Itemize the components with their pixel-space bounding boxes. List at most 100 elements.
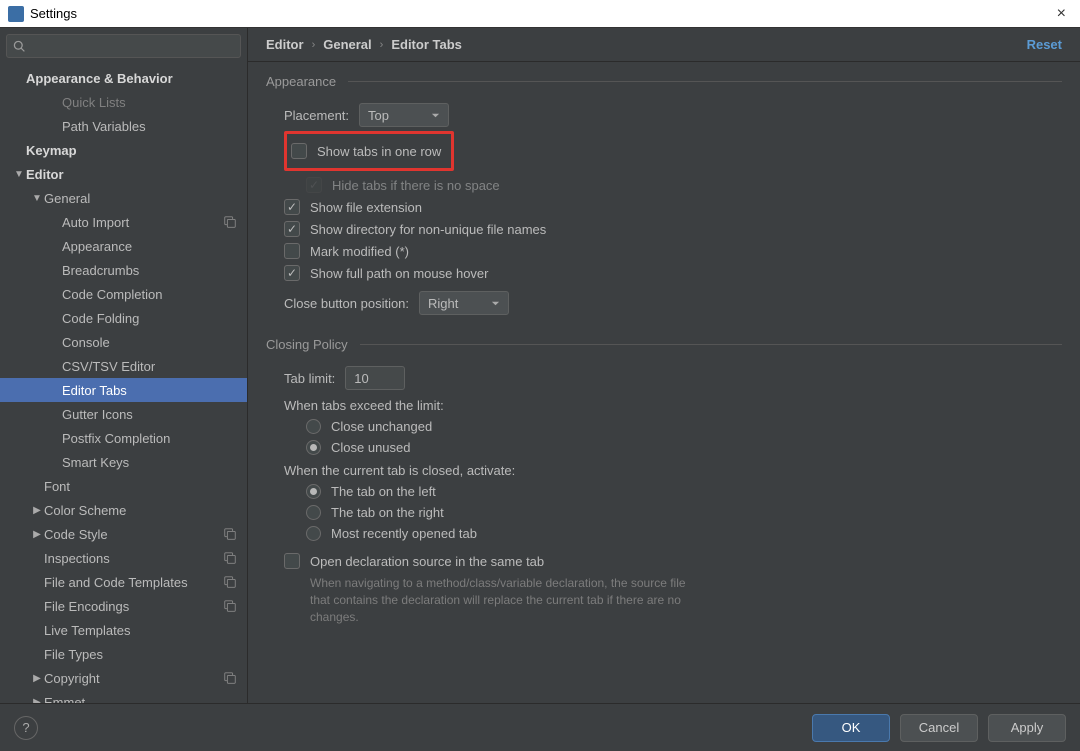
section-title-closing: Closing Policy bbox=[248, 335, 1080, 354]
breadcrumb-item[interactable]: General bbox=[323, 37, 371, 52]
sidebar-item-label: Code Completion bbox=[62, 287, 237, 302]
tree-arrow-icon: ▶ bbox=[30, 505, 44, 516]
sidebar-item[interactable]: Font bbox=[0, 474, 247, 498]
window-title: Settings bbox=[30, 6, 77, 21]
sidebar-item-label: File Encodings bbox=[44, 599, 223, 614]
window-close-button[interactable]: × bbox=[1051, 5, 1072, 23]
show-tabs-one-row-label: Show tabs in one row bbox=[317, 144, 441, 159]
sidebar-item-label: Emmet bbox=[44, 695, 237, 704]
activate-radio[interactable] bbox=[306, 526, 321, 541]
tree-arrow-icon: ▼ bbox=[30, 193, 44, 204]
placement-select[interactable]: Top bbox=[359, 103, 449, 127]
sidebar-item-label: Editor Tabs bbox=[62, 383, 237, 398]
tab-limit-label: Tab limit: bbox=[284, 371, 335, 386]
tree-arrow-icon: ▶ bbox=[30, 529, 44, 540]
sidebar-item[interactable]: Auto Import bbox=[0, 210, 247, 234]
settings-sidebar: Appearance & Behavior Quick Lists Path Var… bbox=[0, 28, 248, 703]
sidebar-item[interactable]: ▶Code Style bbox=[0, 522, 247, 546]
exceed-radio-label: Close unchanged bbox=[331, 419, 432, 434]
mark-modified-checkbox[interactable] bbox=[284, 243, 300, 259]
tree-arrow-icon: ▶ bbox=[30, 673, 44, 684]
sidebar-item[interactable]: CSV/TSV Editor bbox=[0, 354, 247, 378]
sidebar-item[interactable]: Quick Lists bbox=[0, 90, 247, 114]
sidebar-item[interactable]: Smart Keys bbox=[0, 450, 247, 474]
hide-if-no-space-checkbox[interactable] bbox=[306, 177, 322, 193]
sidebar-item-label: CSV/TSV Editor bbox=[62, 359, 237, 374]
show-file-extension-label: Show file extension bbox=[310, 200, 422, 215]
sidebar-item-label: Auto Import bbox=[62, 215, 223, 230]
activate-radio-label: The tab on the right bbox=[331, 505, 444, 520]
activate-group-label: When the current tab is closed, activate… bbox=[284, 463, 1062, 478]
sidebar-item[interactable]: ▼Editor bbox=[0, 162, 247, 186]
sidebar-item-label: Console bbox=[62, 335, 237, 350]
sidebar-item-label: Appearance bbox=[62, 239, 237, 254]
activate-radio-label: Most recently opened tab bbox=[331, 526, 477, 541]
sidebar-item[interactable]: Live Templates bbox=[0, 618, 247, 642]
show-directory-label: Show directory for non-unique file names bbox=[310, 222, 546, 237]
sidebar-item[interactable]: File and Code Templates bbox=[0, 570, 247, 594]
sidebar-item-label: Appearance & Behavior bbox=[26, 71, 237, 86]
close-button-position-select[interactable]: Right bbox=[419, 291, 509, 315]
breadcrumb-item[interactable]: Editor Tabs bbox=[391, 37, 462, 52]
sidebar-item[interactable]: Appearance & Behavior bbox=[0, 66, 247, 90]
sidebar-item[interactable]: File Types bbox=[0, 642, 247, 666]
sidebar-item[interactable]: Console bbox=[0, 330, 247, 354]
sidebar-item[interactable]: Path Variables bbox=[0, 114, 247, 138]
chevron-down-icon bbox=[431, 108, 440, 123]
sidebar-item-label: Quick Lists bbox=[62, 95, 237, 110]
sidebar-item[interactable]: File Encodings bbox=[0, 594, 247, 618]
sidebar-item[interactable]: ▼General bbox=[0, 186, 247, 210]
settings-tree[interactable]: Appearance & Behavior Quick Lists Path Var… bbox=[0, 64, 247, 703]
dialog-button-bar: ? OK Cancel Apply bbox=[0, 703, 1080, 751]
ok-button[interactable]: OK bbox=[812, 714, 890, 742]
sidebar-item[interactable]: ▶Copyright bbox=[0, 666, 247, 690]
tree-arrow-icon: ▶ bbox=[30, 697, 44, 704]
tab-limit-input[interactable]: 10 bbox=[345, 366, 405, 390]
help-button[interactable]: ? bbox=[14, 716, 38, 740]
breadcrumb: Editor › General › Editor Tabs bbox=[266, 37, 462, 52]
sidebar-item-label: Smart Keys bbox=[62, 455, 237, 470]
show-full-path-checkbox[interactable] bbox=[284, 265, 300, 281]
open-declaration-checkbox[interactable] bbox=[284, 553, 300, 569]
sidebar-item[interactable]: Editor Tabs bbox=[0, 378, 247, 402]
reset-button[interactable]: Reset bbox=[1027, 37, 1062, 52]
cancel-button[interactable]: Cancel bbox=[900, 714, 978, 742]
search-input[interactable] bbox=[6, 34, 241, 58]
exceed-radio[interactable] bbox=[306, 440, 321, 455]
exceed-radio[interactable] bbox=[306, 419, 321, 434]
activate-radio[interactable] bbox=[306, 505, 321, 520]
sidebar-item[interactable]: Breadcrumbs bbox=[0, 258, 247, 282]
window-titlebar: Settings × bbox=[0, 0, 1080, 28]
activate-radio[interactable] bbox=[306, 484, 321, 499]
sidebar-item-label: Live Templates bbox=[44, 623, 237, 638]
open-declaration-hint: When navigating to a method/class/variab… bbox=[284, 575, 704, 625]
activate-radio-label: The tab on the left bbox=[331, 484, 436, 499]
sidebar-item[interactable]: Keymap bbox=[0, 138, 247, 162]
exceed-radio-label: Close unused bbox=[331, 440, 411, 455]
mark-modified-label: Mark modified (*) bbox=[310, 244, 409, 259]
sidebar-item[interactable]: Postfix Completion bbox=[0, 426, 247, 450]
hide-if-no-space-label: Hide tabs if there is no space bbox=[332, 178, 500, 193]
apply-button[interactable]: Apply bbox=[988, 714, 1066, 742]
sidebar-item-label: Inspections bbox=[44, 551, 223, 566]
sidebar-item[interactable]: ▶Emmet bbox=[0, 690, 247, 703]
sidebar-item[interactable]: Code Completion bbox=[0, 282, 247, 306]
show-full-path-label: Show full path on mouse hover bbox=[310, 266, 489, 281]
sidebar-item[interactable]: Inspections bbox=[0, 546, 247, 570]
sidebar-item[interactable]: Gutter Icons bbox=[0, 402, 247, 426]
breadcrumb-item[interactable]: Editor bbox=[266, 37, 304, 52]
sidebar-item-label: Color Scheme bbox=[44, 503, 237, 518]
sidebar-item-label: Keymap bbox=[26, 143, 237, 158]
sidebar-item[interactable]: Code Folding bbox=[0, 306, 247, 330]
show-directory-checkbox[interactable] bbox=[284, 221, 300, 237]
show-file-extension-checkbox[interactable] bbox=[284, 199, 300, 215]
sidebar-item[interactable]: ▶Color Scheme bbox=[0, 498, 247, 522]
app-icon bbox=[8, 6, 24, 22]
sidebar-item-label: Font bbox=[44, 479, 237, 494]
open-declaration-label: Open declaration source in the same tab bbox=[310, 554, 544, 569]
sidebar-item[interactable]: Appearance bbox=[0, 234, 247, 258]
chevron-down-icon bbox=[491, 296, 500, 311]
section-title-appearance: Appearance bbox=[248, 72, 1080, 91]
sidebar-item-label: Copyright bbox=[44, 671, 223, 686]
show-tabs-one-row-checkbox[interactable] bbox=[291, 143, 307, 159]
